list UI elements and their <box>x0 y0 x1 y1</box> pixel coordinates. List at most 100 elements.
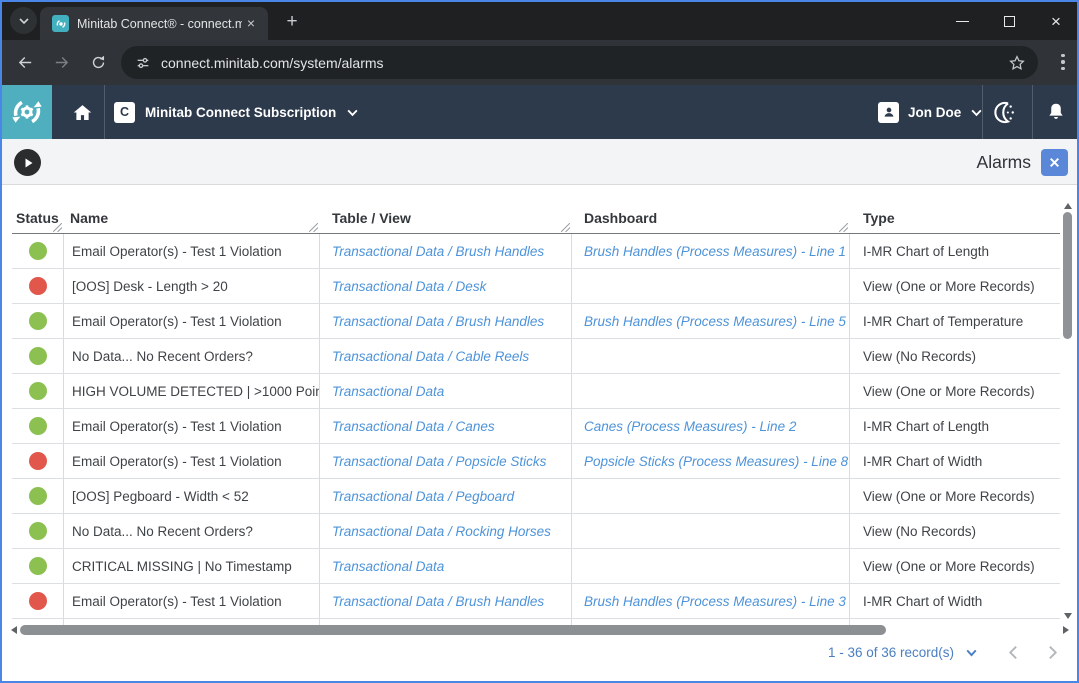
column-header-status[interactable]: Status <box>12 196 64 233</box>
notifications-button[interactable] <box>1032 85 1079 139</box>
vertical-scroll-down-arrow[interactable] <box>1064 613 1072 619</box>
table-view-link[interactable]: Transactional Data <box>320 374 572 408</box>
forward-button[interactable] <box>46 47 77 78</box>
table-row[interactable]: [OOS] Desk - Length > 20Transactional Da… <box>12 269 1060 304</box>
minitab-connect-logo[interactable] <box>2 85 52 139</box>
previous-page-button[interactable] <box>1005 644 1022 661</box>
address-bar[interactable]: connect.minitab.com/system/alarms <box>121 46 1038 79</box>
status-cell <box>12 549 64 583</box>
column-header-name[interactable]: Name <box>64 196 320 233</box>
alarm-type-cell: View (No Records) <box>850 514 1060 548</box>
table-view-link[interactable]: Transactional Data / Canes <box>320 409 572 443</box>
alarm-type-cell: View (One or More Records) <box>850 549 1060 583</box>
status-dot-green <box>29 312 47 330</box>
table-row[interactable]: No Data... No Recent Orders?Transactiona… <box>12 339 1060 374</box>
column-header-table-view[interactable]: Table / View <box>320 196 572 233</box>
table-view-link[interactable]: Transactional Data / Brush Handles <box>320 584 572 618</box>
table-row[interactable]: Email Operator(s) - Test 1 ViolationTran… <box>12 409 1060 444</box>
dashboard-link[interactable] <box>572 269 850 303</box>
column-resize-handle[interactable] <box>561 223 570 232</box>
table-view-link[interactable]: Transactional Data <box>320 549 572 583</box>
status-cell <box>12 234 64 268</box>
alarm-name-cell: Email Operator(s) - Test 1 Violation <box>64 234 320 268</box>
window-close-button[interactable]: × <box>1035 2 1077 40</box>
site-settings-icon[interactable] <box>135 55 151 71</box>
next-page-button[interactable] <box>1044 644 1061 661</box>
dashboard-link[interactable] <box>572 479 850 513</box>
browser-titlebar: Minitab Connect® - connect.mi × + × <box>2 2 1077 40</box>
dashboard-link[interactable] <box>572 549 850 583</box>
dashboard-link[interactable]: Brush Handles (Process Measures) - Line … <box>572 304 850 338</box>
bookmark-star-icon[interactable] <box>1008 54 1026 72</box>
dashboard-link[interactable]: Canes (Process Measures) - Line 2 <box>572 409 850 443</box>
back-button[interactable] <box>10 47 41 78</box>
vertical-scrollbar-thumb[interactable] <box>1063 212 1072 339</box>
alarm-name-cell: Email Operator(s) - Test 1 Violation <box>64 304 320 338</box>
table-view-link[interactable]: Transactional Data / Popsicle Sticks <box>320 444 572 478</box>
column-resize-handle[interactable] <box>839 223 848 232</box>
alarm-type-cell: I-MR Chart of Length <box>850 234 1060 268</box>
run-button[interactable] <box>14 149 41 176</box>
table-view-link[interactable]: Transactional Data / Rocking Horses <box>320 514 572 548</box>
browser-tab[interactable]: Minitab Connect® - connect.mi × <box>40 7 268 40</box>
table-view-link[interactable]: Transactional Data / Cable Reels <box>320 339 572 373</box>
chevron-left-icon <box>1005 644 1022 661</box>
column-header-type[interactable]: Type <box>850 196 1060 233</box>
tab-search-button[interactable] <box>10 7 37 34</box>
moon-icon <box>994 100 1019 125</box>
table-row[interactable]: CRITICAL MISSING | No TimestampTransacti… <box>12 549 1060 584</box>
dashboard-link[interactable] <box>572 374 850 408</box>
browser-menu-button[interactable] <box>1050 49 1076 75</box>
status-dot-red <box>29 277 47 295</box>
dashboard-link[interactable]: Brush Handles (Process Measures) - Line … <box>572 584 850 618</box>
alarm-type-cell: View (One or More Records) <box>850 374 1060 408</box>
dashboard-link[interactable] <box>572 514 850 548</box>
table-row[interactable]: HIGH VOLUME DETECTED | >1000 PointsTrans… <box>12 374 1060 409</box>
subscription-selector[interactable]: C Minitab Connect Subscription <box>114 85 359 139</box>
vertical-scroll-up-arrow[interactable] <box>1064 203 1072 209</box>
new-tab-button[interactable]: + <box>280 10 304 34</box>
window-minimize-button[interactable] <box>941 2 983 40</box>
column-resize-handle[interactable] <box>309 223 318 232</box>
dark-mode-toggle[interactable] <box>982 85 1030 139</box>
table-row[interactable]: Email Operator(s) - Test 1 ViolationTran… <box>12 234 1060 269</box>
home-button[interactable] <box>62 85 102 139</box>
status-dot-red <box>29 452 47 470</box>
horizontal-scroll-right-arrow[interactable] <box>1063 626 1069 634</box>
page-size-dropdown[interactable] <box>964 645 979 660</box>
table-view-link[interactable]: Transactional Data / Brush Handles <box>320 234 572 268</box>
alarm-name-cell: No Data... No Recent Orders? <box>64 339 320 373</box>
chevron-right-icon <box>1044 644 1061 661</box>
alarm-name-cell: Email Operator(s) - Test 1 Violation <box>64 444 320 478</box>
column-header-dashboard[interactable]: Dashboard <box>572 196 850 233</box>
appbar-divider <box>104 85 105 139</box>
dashboard-link[interactable] <box>572 339 850 373</box>
column-resize-handle[interactable] <box>53 223 62 232</box>
reload-button[interactable] <box>83 47 114 78</box>
table-row[interactable]: Email Operator(s) - Test 1 ViolationTran… <box>12 304 1060 339</box>
table-row[interactable]: No Data... No Recent Orders?Transactiona… <box>12 514 1060 549</box>
status-dot-green <box>29 347 47 365</box>
horizontal-scroll-left-arrow[interactable] <box>11 626 17 634</box>
panel-title: Alarms <box>977 152 1031 173</box>
record-count: 1 - 36 of 36 record(s) <box>828 645 954 660</box>
table-view-link[interactable]: Transactional Data / Brush Handles <box>320 304 572 338</box>
table-row[interactable]: [OOS] Pegboard - Width < 52Transactional… <box>12 479 1060 514</box>
dashboard-link[interactable]: Popsicle Sticks (Process Measures) - Lin… <box>572 444 850 478</box>
table-view-link[interactable]: Transactional Data / Desk <box>320 269 572 303</box>
dashboard-link[interactable]: Brush Handles (Process Measures) - Line … <box>572 234 850 268</box>
alarm-type-cell: I-MR Chart of Width <box>850 444 1060 478</box>
horizontal-scrollbar-thumb[interactable] <box>20 625 886 635</box>
table-header-row: Status Name Table / View Dashboard Type <box>12 196 1060 234</box>
table-view-link[interactable]: Transactional Data / Pegboard <box>320 479 572 513</box>
close-icon: × <box>1051 13 1061 30</box>
tab-close-icon[interactable]: × <box>242 15 260 33</box>
table-row[interactable]: Email Operator(s) - Test 1 ViolationTran… <box>12 444 1060 479</box>
table-row[interactable]: Email Operator(s) - Test 1 ViolationTran… <box>12 584 1060 619</box>
user-menu[interactable]: Jon Doe <box>878 85 983 139</box>
tab-title: Minitab Connect® - connect.mi <box>77 17 242 31</box>
panel-close-button[interactable] <box>1041 149 1068 176</box>
url-text[interactable]: connect.minitab.com/system/alarms <box>161 55 1008 71</box>
window-maximize-button[interactable] <box>988 2 1030 40</box>
alarm-type-cell: I-MR Chart of Length <box>850 409 1060 443</box>
